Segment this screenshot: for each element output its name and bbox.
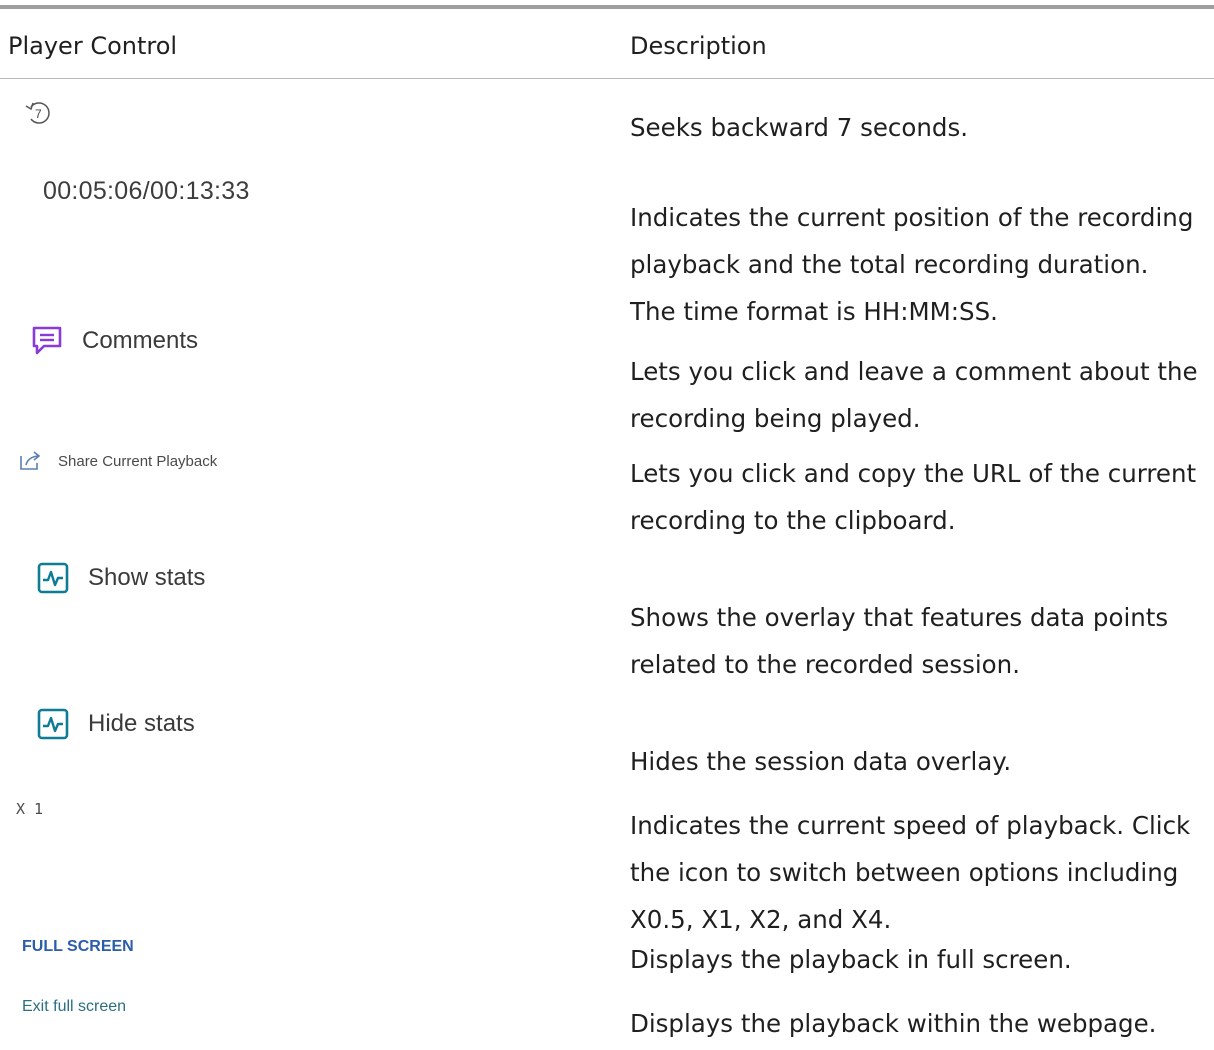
description-seek-back: Seeks backward 7 seconds. — [630, 113, 968, 142]
hide-stats-label: Hide stats — [88, 710, 195, 737]
description-exit-fullscreen: Displays the playback within the webpage… — [630, 1009, 1157, 1038]
fullscreen-button[interactable]: FULL SCREEN — [22, 938, 134, 956]
stats-icon — [37, 562, 69, 594]
description-comments: Lets you click and leave a comment about… — [630, 357, 1198, 433]
description-fullscreen: Displays the playback in full screen. — [630, 945, 1072, 974]
share-icon — [20, 451, 41, 470]
description-show-stats: Shows the overlay that features data poi… — [630, 603, 1169, 679]
description-speed: Indicates the current speed of playback.… — [630, 811, 1191, 934]
stats-icon — [37, 708, 69, 740]
column-header-player-control: Player Control — [8, 32, 178, 60]
hide-stats-button[interactable]: Hide stats — [36, 707, 195, 741]
comments-label: Comments — [82, 327, 199, 354]
description-hide-stats: Hides the session data overlay. — [630, 747, 1012, 776]
show-stats-label: Show stats — [88, 564, 206, 591]
exit-fullscreen-button[interactable]: Exit full screen — [22, 998, 126, 1016]
description-time: Indicates the current position of the re… — [630, 203, 1194, 326]
column-header-description: Description — [630, 32, 767, 60]
rewind-7-icon: 7 — [25, 102, 50, 124]
description-share: Lets you click and copy the URL of the c… — [630, 459, 1197, 535]
header-divider — [0, 78, 1214, 79]
share-playback-button[interactable]: Share Current Playback — [18, 450, 217, 472]
playback-speed-button[interactable]: X 1 — [16, 800, 43, 818]
svg-text:7: 7 — [35, 107, 42, 121]
seek-back-button[interactable]: 7 — [22, 98, 62, 133]
comments-button[interactable]: Comments — [30, 324, 198, 358]
comment-icon — [32, 326, 62, 355]
share-label: Share Current Playback — [58, 452, 218, 470]
top-rule — [0, 5, 1214, 9]
show-stats-button[interactable]: Show stats — [36, 561, 205, 595]
time-display: 00:05:06/00:13:33 — [43, 177, 250, 205]
